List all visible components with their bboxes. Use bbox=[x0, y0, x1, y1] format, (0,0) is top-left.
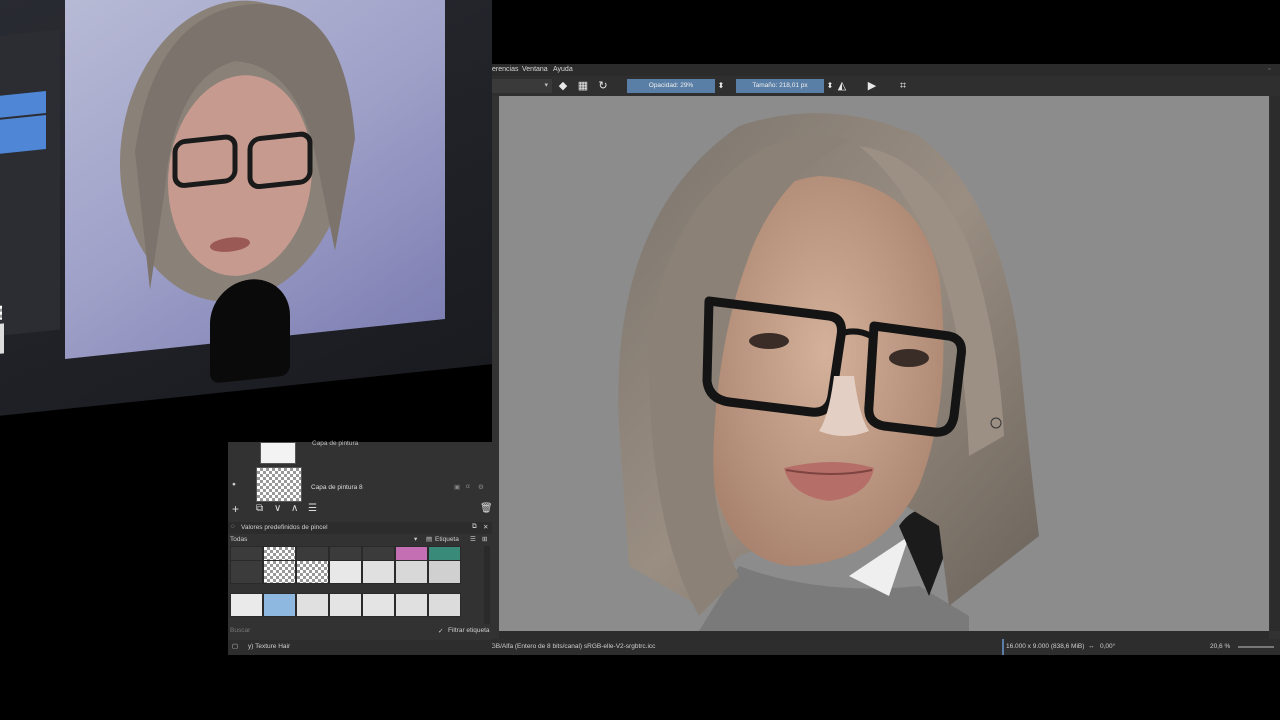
duplicate-layer-icon[interactable]: ⧉ bbox=[256, 503, 263, 514]
tag-label[interactable]: Etiqueta bbox=[435, 536, 459, 543]
preset-search-input[interactable]: Buscar bbox=[230, 627, 250, 634]
krita-window: erencias Ventana Ayuda ▫ ▾ ◆ ▦ ↻ Opacida… bbox=[486, 64, 1280, 655]
checkbox-icon[interactable]: ✓ bbox=[438, 627, 443, 635]
brush-preset[interactable] bbox=[329, 593, 362, 617]
brush-preset-dropdown[interactable]: ▾ bbox=[492, 79, 552, 93]
brush-preset[interactable] bbox=[428, 560, 461, 584]
rotation-label: 0,00° bbox=[1100, 643, 1116, 650]
brush-preset[interactable] bbox=[395, 560, 428, 584]
tool-options-bar: ▾ ◆ ▦ ↻ Opacidad: 29% ⬍ Tamaño: 218,01 p… bbox=[492, 76, 1280, 96]
preset-scrollbar[interactable] bbox=[484, 546, 490, 624]
brush-preset[interactable] bbox=[362, 560, 395, 584]
menu-item-preferences[interactable]: erencias bbox=[492, 64, 518, 76]
move-up-icon[interactable]: ∧ bbox=[291, 503, 298, 514]
rotation-icon: ↔ bbox=[1088, 643, 1095, 650]
add-layer-icon[interactable]: + bbox=[232, 502, 239, 516]
layer-name: Capa de pintura bbox=[312, 440, 359, 447]
eye-icon[interactable]: ● bbox=[232, 481, 236, 488]
brush-preset[interactable] bbox=[329, 560, 362, 584]
vertical-scrollbar[interactable] bbox=[1270, 96, 1280, 631]
brush-preset[interactable] bbox=[428, 593, 461, 617]
close-docker-icon[interactable]: ✕ bbox=[483, 523, 488, 531]
preset-icon: ▢ bbox=[232, 643, 239, 650]
layer-thumbnail[interactable] bbox=[256, 467, 302, 502]
wrap-around-icon[interactable]: ⌗ bbox=[896, 78, 910, 94]
eraser-icon[interactable]: ◆ bbox=[556, 78, 570, 94]
layer-name: Capa de pintura 8 bbox=[311, 484, 363, 491]
opacity-slider[interactable]: Opacidad: 29% bbox=[627, 79, 715, 93]
image-size-label: 16.000 x 9.000 (838,6 MiB) bbox=[1002, 639, 1084, 655]
current-preset-row: ▢ y) Texture Hair bbox=[228, 640, 492, 655]
zoom-label: 20,6 % bbox=[1210, 643, 1231, 650]
view-list-icon[interactable]: ☰ bbox=[470, 535, 476, 543]
brush-preset[interactable] bbox=[230, 560, 263, 584]
layer-thumbnail[interactable] bbox=[260, 442, 296, 464]
preset-search-row: Buscar ✓ Filtrar etiqueta bbox=[228, 626, 492, 638]
chevron-down-icon: ▾ bbox=[414, 536, 418, 543]
brush-preset[interactable] bbox=[296, 560, 329, 584]
brush-preset[interactable] bbox=[362, 593, 395, 617]
drawing-canvas[interactable] bbox=[499, 96, 1269, 631]
tag-icon: ▤ bbox=[426, 536, 433, 543]
layer-lock-icon[interactable]: ▣ bbox=[454, 483, 460, 491]
window-minimize-icon[interactable]: ▫ bbox=[1268, 64, 1270, 76]
move-down-icon[interactable]: ∨ bbox=[274, 503, 281, 514]
webcam-photo bbox=[0, 0, 492, 442]
menu-bar: erencias Ventana Ayuda ▫ bbox=[492, 64, 1280, 76]
menu-item-window[interactable]: Ventana bbox=[522, 64, 548, 76]
brush-presets-header: ◌ Valores predefinidos de pincel ⧉ ✕ bbox=[228, 522, 492, 534]
current-preset-label: y) Texture Hair bbox=[248, 643, 291, 650]
brush-preset[interactable] bbox=[230, 593, 263, 617]
layer-row[interactable]: ● Capa de pintura 8 ▣ α ⚙ bbox=[228, 465, 492, 502]
layer-menu-icon[interactable]: ☰ bbox=[308, 503, 317, 514]
tag-filter-select[interactable]: Todas bbox=[230, 536, 247, 543]
settings-icon[interactable]: ⊞ bbox=[482, 535, 487, 543]
brush-preset[interactable] bbox=[296, 593, 329, 617]
status-bar: RGB/Alfa (Entero de 8 bits/canal) sRGB-e… bbox=[486, 639, 1280, 655]
filter-tag-label: Filtrar etiqueta bbox=[448, 627, 490, 634]
photo-brush-grid bbox=[0, 304, 20, 380]
layer-options-icon[interactable]: ⚙ bbox=[478, 483, 484, 491]
chevron-down-icon: ▾ bbox=[544, 82, 548, 89]
brush-preset[interactable] bbox=[395, 593, 428, 617]
alpha-lock-icon[interactable]: ▦ bbox=[576, 78, 590, 94]
brush-preset[interactable] bbox=[263, 560, 296, 584]
docker-panel: Capa de pintura ⌁ ● Capa de pintura 8 ▣ … bbox=[228, 440, 493, 655]
brush-preset-grid bbox=[228, 546, 464, 624]
layer-alpha-icon[interactable]: α bbox=[466, 483, 470, 490]
photo-selected-row bbox=[0, 114, 46, 158]
delete-layer-icon[interactable]: 🗑 bbox=[480, 503, 493, 514]
color-space-label: RGB/Alfa (Entero de 8 bits/canal) sRGB-e… bbox=[486, 643, 656, 650]
brush-preset-selected[interactable] bbox=[263, 593, 296, 617]
photo-left-panel bbox=[0, 29, 60, 341]
brush-presets-title: Valores predefinidos de pincel bbox=[241, 524, 328, 531]
layer-actions: + ⧉ ∨ ∧ ☰ 🗑 bbox=[228, 502, 493, 518]
mirror-vertical-icon[interactable]: ▶ bbox=[865, 78, 879, 94]
horizontal-scrollbar[interactable] bbox=[499, 631, 1269, 639]
opacity-spinner-icon[interactable]: ⬍ bbox=[714, 78, 728, 94]
size-slider[interactable]: Tamaño: 218,01 px bbox=[736, 79, 824, 93]
mirror-horizontal-icon[interactable]: ◭ bbox=[835, 78, 849, 94]
menu-item-help[interactable]: Ayuda bbox=[553, 64, 573, 76]
preset-icon: ◌ bbox=[231, 523, 235, 530]
float-docker-icon[interactable]: ⧉ bbox=[472, 523, 477, 531]
photo-monitor bbox=[0, 0, 492, 420]
zoom-slider[interactable] bbox=[1238, 646, 1274, 648]
portrait-painting bbox=[618, 113, 1039, 631]
reload-preset-icon[interactable]: ↻ bbox=[596, 78, 610, 94]
